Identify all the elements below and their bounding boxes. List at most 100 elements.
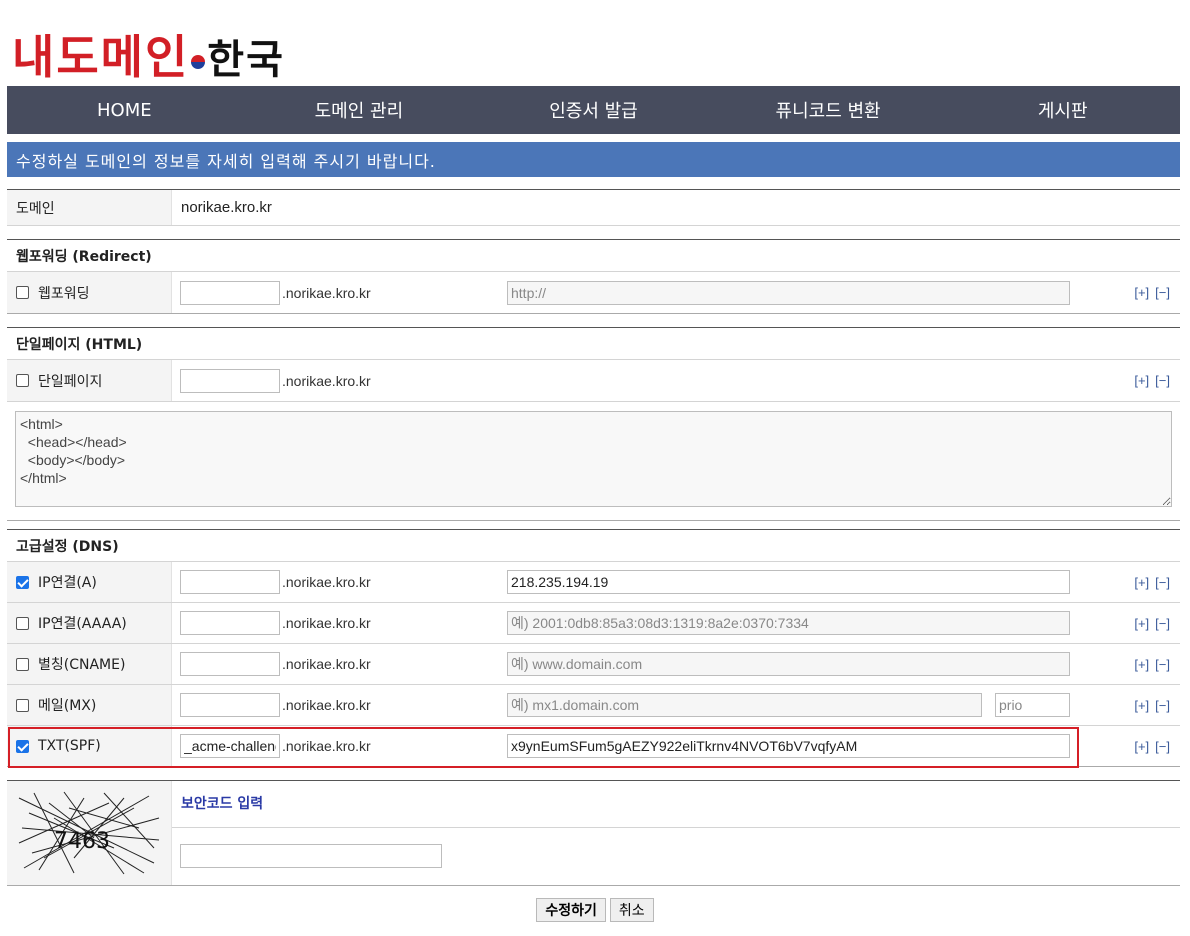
dns-cname-remove-button[interactable]: [−] [1155, 657, 1170, 672]
dns-row-txt: TXT(SPF) .norikae.kro.kr [+] [−] [7, 726, 1180, 767]
dns-cname-domain-suffix: .norikae.kro.kr [282, 656, 371, 672]
site-logo[interactable]: 내도메인 한국 [12, 14, 285, 80]
nav-certificate[interactable]: 인증서 발급 [476, 86, 711, 134]
redirect-row: 웹포워딩 .norikae.kro.kr [+] [−] [7, 272, 1180, 314]
dns-aaaa-value-input[interactable] [507, 611, 1070, 635]
redirect-label-cell[interactable]: 웹포워딩 [7, 272, 172, 313]
html-label-cell[interactable]: 단일페이지 [7, 360, 172, 401]
domain-value: norikae.kro.kr [181, 199, 272, 216]
html-checkbox[interactable] [16, 374, 29, 387]
dns-cname-add-remove: [+] [−] [1128, 657, 1170, 672]
html-domain-suffix: .norikae.kro.kr [282, 372, 371, 389]
dns-txt-add-button[interactable]: [+] [1134, 739, 1149, 754]
dns-txt-add-remove: [+] [−] [1128, 739, 1170, 754]
html-label: 단일페이지 [38, 373, 103, 390]
nav-home[interactable]: HOME [7, 86, 242, 134]
security-code-title: 보안코드 입력 [181, 796, 264, 812]
dns-mx-add-remove: [+] [−] [1128, 698, 1170, 713]
dns-aaaa-add-remove: [+] [−] [1128, 616, 1170, 631]
dns-a-label-cell[interactable]: IP연결(A) [7, 562, 172, 602]
logo-main-text: 내도메인 [12, 30, 190, 84]
dns-a-domain-suffix: .norikae.kro.kr [282, 574, 371, 590]
dns-row-aaaa: IP연결(AAAA) .norikae.kro.kr [+] [−] [7, 603, 1180, 644]
redirect-label: 웹포워딩 [38, 285, 90, 302]
security-code-input[interactable] [180, 844, 442, 868]
main-nav: HOME 도메인 관리 인증서 발급 퓨니코드 변환 게시판 [7, 86, 1180, 134]
html-add-button[interactable]: [+] [1134, 373, 1149, 388]
dns-row-cname: 별칭(CNAME) .norikae.kro.kr [+] [−] [7, 644, 1180, 685]
dns-a-add-remove: [+] [−] [1128, 575, 1170, 590]
dns-aaaa-remove-button[interactable]: [−] [1155, 616, 1170, 631]
redirect-remove-button[interactable]: [−] [1155, 285, 1170, 300]
dns-txt-subdomain-input[interactable] [180, 734, 280, 758]
dns-a-value-input[interactable] [507, 570, 1070, 594]
redirect-add-remove: [+] [−] [1128, 285, 1170, 300]
dns-section: 고급설정 (DNS) IP연결(A) .norikae.kro.kr [+] [−… [7, 529, 1180, 767]
dns-cname-add-button[interactable]: [+] [1134, 657, 1149, 672]
dns-section-title: 고급설정 (DNS) [7, 529, 1180, 562]
html-editor-row [7, 402, 1180, 521]
nav-board[interactable]: 게시판 [945, 86, 1180, 134]
security-section: 7463 보안코드 입력 [7, 780, 1180, 886]
html-row: 단일페이지 .norikae.kro.kr [+] [−] [7, 360, 1180, 402]
html-content-textarea[interactable] [15, 411, 1172, 507]
submit-button[interactable]: 수정하기 [536, 898, 606, 922]
captcha-image: 7463 [7, 781, 172, 885]
redirect-checkbox[interactable] [16, 286, 29, 299]
dns-row-a: IP연결(A) .norikae.kro.kr [+] [−] [7, 562, 1180, 603]
nav-punycode[interactable]: 퓨니코드 변환 [711, 86, 946, 134]
dns-a-remove-button[interactable]: [−] [1155, 575, 1170, 590]
html-section-title: 단일페이지 (HTML) [7, 327, 1180, 360]
captcha-icon: 7463 [18, 791, 160, 875]
dns-mx-label-cell[interactable]: 메일(MX) [7, 685, 172, 725]
form-buttons: 수정하기 취소 [0, 898, 1190, 922]
html-section: 단일페이지 (HTML) 단일페이지 .norikae.kro.kr [+] [−… [7, 327, 1180, 521]
redirect-domain-suffix: .norikae.kro.kr [282, 284, 371, 301]
nav-domain-manage[interactable]: 도메인 관리 [242, 86, 477, 134]
dns-mx-checkbox[interactable] [16, 698, 29, 712]
dns-aaaa-checkbox[interactable] [16, 616, 29, 630]
redirect-section: 웹포워딩 (Redirect) 웹포워딩 .norikae.kro.kr [+]… [7, 239, 1180, 314]
dns-txt-label-cell[interactable]: TXT(SPF) [7, 726, 172, 766]
dns-txt-label: TXT(SPF) [38, 738, 101, 754]
redirect-url-input[interactable] [507, 280, 1070, 305]
dns-cname-checkbox[interactable] [16, 657, 29, 671]
dns-mx-remove-button[interactable]: [−] [1155, 698, 1170, 713]
security-input-area: 보안코드 입력 [172, 781, 1180, 885]
dns-a-subdomain-input[interactable] [180, 570, 280, 594]
redirect-add-button[interactable]: [+] [1134, 285, 1149, 300]
dns-cname-subdomain-input[interactable] [180, 652, 280, 676]
domain-label: 도메인 [7, 190, 172, 225]
dns-txt-remove-button[interactable]: [−] [1155, 739, 1170, 754]
dns-aaaa-label-cell[interactable]: IP연결(AAAA) [7, 603, 172, 643]
dns-mx-value-input[interactable] [507, 693, 982, 717]
dns-aaaa-domain-suffix: .norikae.kro.kr [282, 615, 371, 631]
dns-txt-value-input[interactable] [507, 734, 1070, 758]
dns-a-label: IP연결(A) [38, 575, 97, 591]
html-add-remove: [+] [−] [1128, 373, 1170, 388]
dns-row-mx: 메일(MX) .norikae.kro.kr [+] [−] [7, 685, 1180, 726]
dns-mx-domain-suffix: .norikae.kro.kr [282, 697, 371, 713]
cancel-button[interactable]: 취소 [609, 898, 654, 922]
dns-a-checkbox[interactable] [16, 575, 29, 589]
domain-row: 도메인 norikae.kro.kr [7, 190, 1180, 226]
dns-mx-subdomain-input[interactable] [180, 693, 280, 717]
dns-aaaa-subdomain-input[interactable] [180, 611, 280, 635]
html-remove-button[interactable]: [−] [1155, 373, 1170, 388]
logo-text: 내도메인 한국 [12, 34, 285, 80]
logo-suffix-text: 한국 [207, 36, 285, 83]
dns-mx-add-button[interactable]: [+] [1134, 698, 1149, 713]
dns-cname-value-input[interactable] [507, 652, 1070, 676]
dns-txt-domain-suffix: .norikae.kro.kr [282, 738, 371, 754]
dns-txt-checkbox[interactable] [16, 739, 29, 753]
dns-mx-prio-input[interactable] [995, 693, 1070, 717]
dns-cname-label-cell[interactable]: 별칭(CNAME) [7, 644, 172, 684]
html-subdomain-input[interactable] [180, 368, 280, 393]
dns-cname-label: 별칭(CNAME) [38, 657, 126, 673]
redirect-subdomain-input[interactable] [180, 280, 280, 305]
dns-a-add-button[interactable]: [+] [1134, 575, 1149, 590]
dns-aaaa-add-button[interactable]: [+] [1134, 616, 1149, 631]
logo-dot-icon [191, 55, 206, 69]
instruction-banner: 수정하실 도메인의 정보를 자세히 입력해 주시기 바랍니다. [7, 142, 1180, 177]
dns-aaaa-label: IP연결(AAAA) [38, 616, 127, 632]
